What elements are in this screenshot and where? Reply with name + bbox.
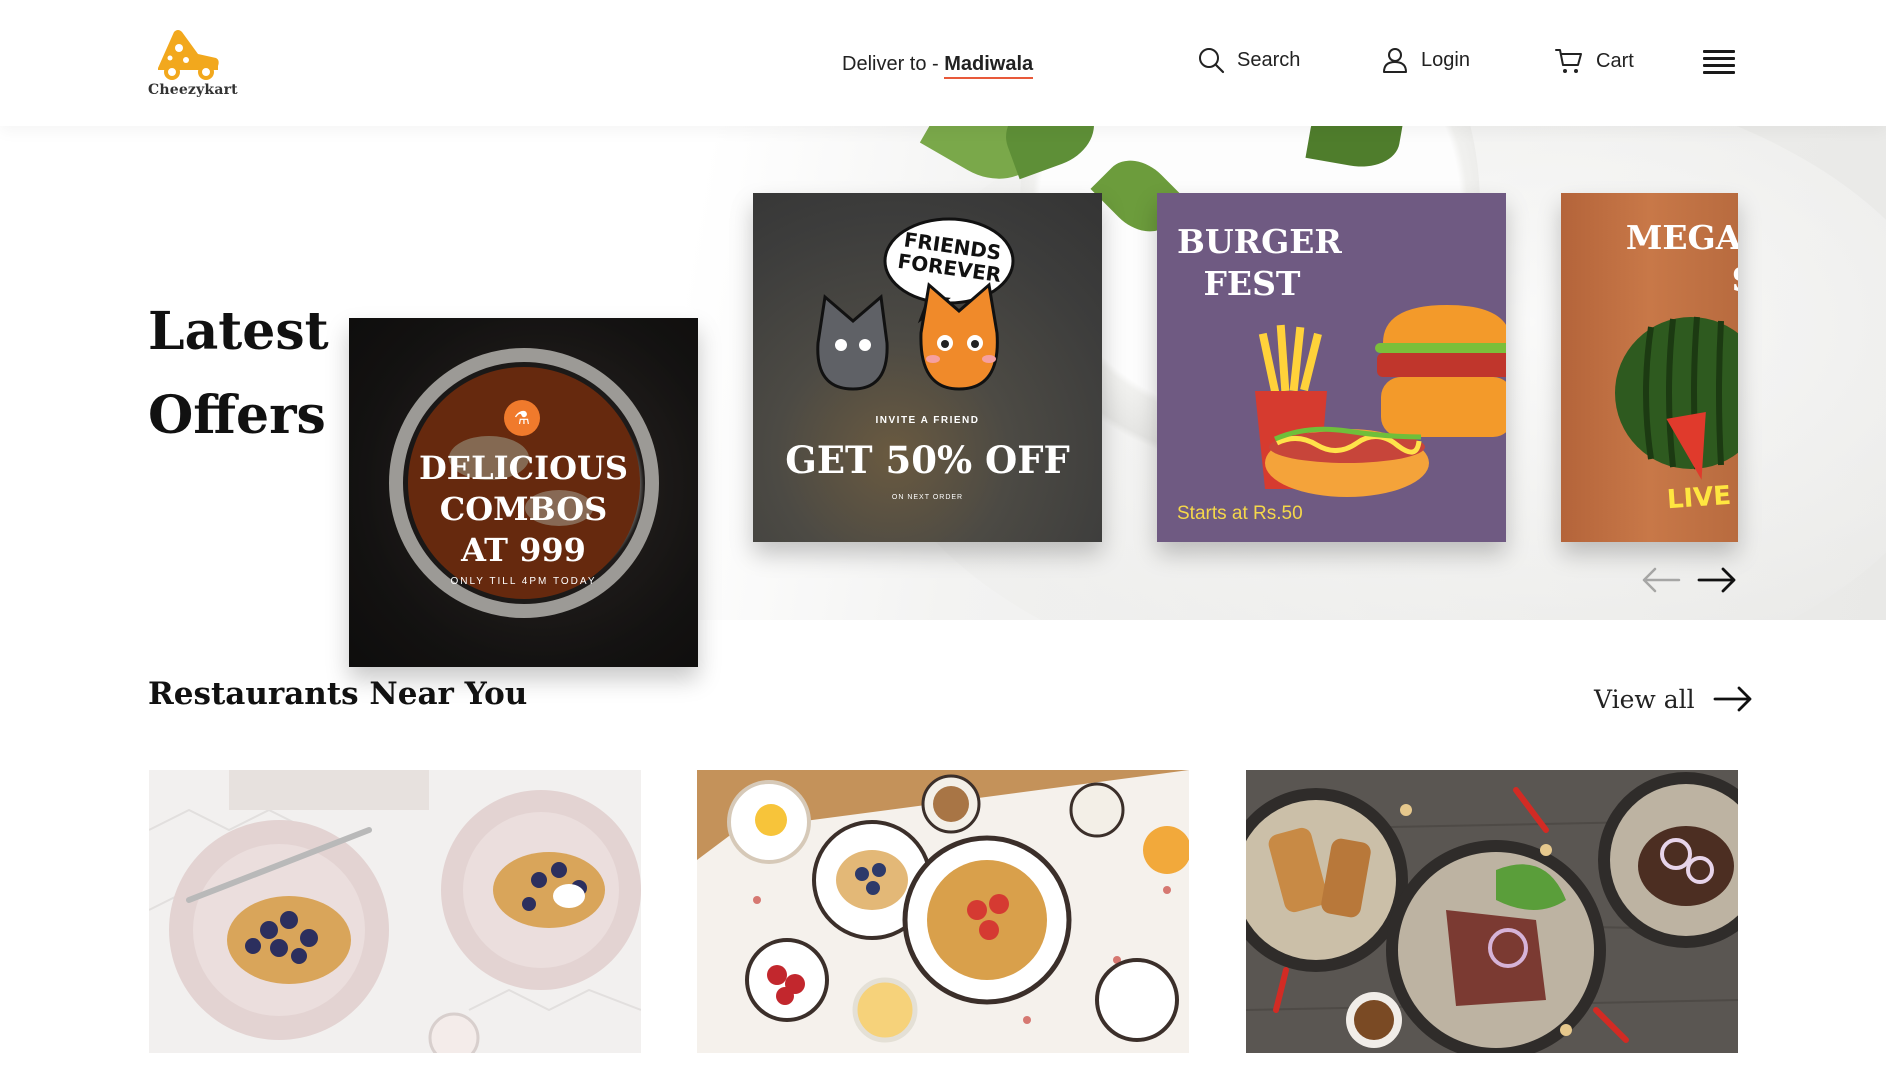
restaurant-card[interactable] (149, 770, 641, 1053)
offer-mega-heading: MEGA G SA (1581, 217, 1738, 301)
site-header: Cheezykart Deliver to - Madiwala Search … (0, 0, 1886, 126)
nav-login[interactable]: Login (1381, 46, 1470, 74)
offer-refer-subtext: ON NEXT ORDER (891, 494, 964, 501)
offer-card-combos[interactable]: ⚗ DELICIOUS COMBOS AT 999 ONLY TILL 4PM … (349, 318, 698, 667)
cart-icon (1555, 49, 1582, 73)
menu-icon-bar (1703, 71, 1735, 74)
nav-search[interactable]: Search (1197, 46, 1300, 74)
offer-burger-price: Starts at Rs.50 (1177, 503, 1303, 524)
restaurants-title: Restaurants Near You (148, 676, 528, 712)
offer-mega-heading-line: SA (1581, 259, 1738, 301)
offer-card-refer[interactable]: FRIENDS FOREVER INVITE A FRIEND GET 50% … (753, 193, 1102, 542)
offer-burger-heading-line: BURGER (1177, 222, 1342, 261)
restaurant-photo (149, 770, 641, 1053)
carousel-next-button[interactable] (1697, 563, 1737, 602)
user-icon (1383, 48, 1407, 73)
offer-combos-heading-line: COMBOS (439, 490, 608, 528)
arrow-left-icon (1642, 567, 1681, 593)
nav-search-label: Search (1237, 48, 1301, 71)
nav-login-label: Login (1421, 48, 1470, 71)
deliver-prefix: Deliver to - (842, 53, 945, 75)
restaurant-photo (1246, 770, 1738, 1053)
menu-icon (1703, 50, 1735, 53)
offer-card-burger-fest[interactable]: BURGER FEST Starts at Rs.50 (1157, 193, 1506, 542)
brand-name: Cheezykart (148, 82, 238, 98)
restaurant-card[interactable] (697, 770, 1189, 1053)
carousel-prev-button[interactable] (1641, 563, 1681, 602)
offer-combos-heading: DELICIOUS COMBOS AT 999 (349, 448, 698, 571)
offer-combos-heading-line: DELICIOUS (419, 449, 628, 487)
restaurant-photo (697, 770, 1189, 1053)
menu-button[interactable] (1703, 50, 1739, 74)
offer-refer-invite: INVITE A FRIEND (875, 415, 980, 426)
offer-mega-live-badge: LIVE (1666, 480, 1733, 516)
offer-mega-heading-line: MEGA G (1625, 218, 1738, 257)
restaurant-card[interactable] (1246, 770, 1738, 1053)
offer-combos-subtext: ONLY TILL 4PM TODAY (450, 576, 597, 587)
cutlery-icon: ⚗ (504, 400, 540, 436)
offer-burger-heading: BURGER FEST (1177, 221, 1342, 305)
cheese-truck-icon (158, 30, 219, 80)
offer-combos-heading-line: AT 999 (461, 531, 586, 569)
view-all-label: View all (1594, 684, 1695, 714)
deliver-location[interactable]: Deliver to - Madiwala (842, 53, 1034, 79)
offer-burger-heading-line: FEST (1203, 264, 1301, 303)
offer-refer-heading: GET 50% OFF (785, 438, 1070, 482)
search-icon (1199, 48, 1225, 74)
arrow-right-icon (1713, 686, 1752, 712)
offers-title: Latest Offers (148, 290, 329, 458)
offers-title-line1: Latest (148, 301, 329, 362)
nav-cart[interactable]: Cart (1554, 46, 1634, 76)
deliver-location-value[interactable]: Madiwala (944, 53, 1034, 79)
nav-cart-label: Cart (1596, 49, 1634, 72)
arrow-right-icon (1697, 567, 1736, 593)
menu-icon-bar (1703, 64, 1735, 67)
offers-title-line2: Offers (148, 385, 326, 446)
offer-card-mega-sale[interactable]: MEGA G SA LIVE (1561, 193, 1738, 542)
view-all-link[interactable]: View all (1594, 684, 1753, 714)
menu-icon-bar (1703, 57, 1735, 60)
brand-logo[interactable]: Cheezykart (148, 28, 238, 100)
